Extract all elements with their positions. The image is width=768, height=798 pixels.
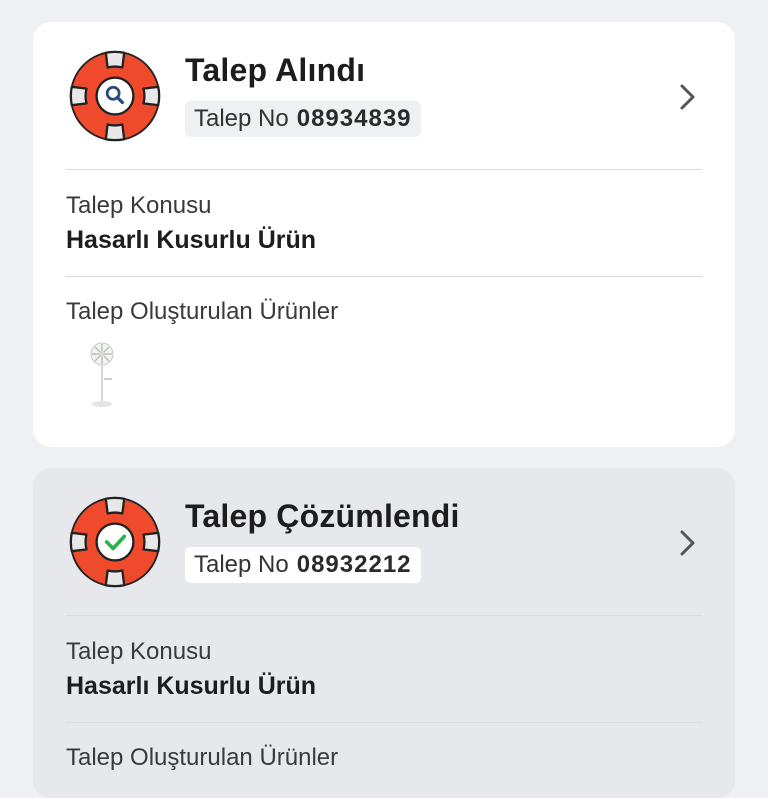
subject-value: Hasarlı Kusurlu Ürün: [66, 226, 317, 254]
request-card[interactable]: Talep Alındı Talep No 08934839 Talep Kon…: [33, 22, 735, 447]
request-number: 08932212: [296, 551, 412, 578]
divider: [66, 722, 702, 723]
product-thumbnail-standing-fan[interactable]: [83, 340, 123, 412]
divider: [66, 276, 702, 277]
request-number-badge: Talep No 08934839: [185, 101, 421, 137]
chevron-right-icon[interactable]: [677, 82, 699, 112]
lifebuoy-check-icon: [69, 496, 161, 588]
products-label: Talep Oluşturulan Ürünler: [66, 298, 339, 325]
request-number: 08934839: [296, 105, 412, 132]
request-card-header[interactable]: Talep Çözümlendi Talep No 08932212: [33, 468, 735, 616]
divider: [66, 169, 702, 170]
request-number-label: Talep No: [194, 551, 289, 578]
subject-value: Hasarlı Kusurlu Ürün: [66, 672, 317, 700]
subject-label: Talep Konusu: [66, 638, 212, 665]
request-card-header[interactable]: Talep Alındı Talep No 08934839: [33, 22, 735, 170]
request-number-label: Talep No: [194, 105, 289, 132]
subject-label: Talep Konusu: [66, 192, 212, 219]
request-card[interactable]: Talep Çözümlendi Talep No 08932212 Talep…: [33, 468, 735, 798]
lifebuoy-search-icon: [69, 50, 161, 142]
request-number-badge: Talep No 08932212: [185, 547, 421, 583]
divider: [66, 615, 702, 616]
status-title: Talep Alındı: [185, 52, 366, 88]
chevron-right-icon[interactable]: [677, 528, 699, 558]
status-title: Talep Çözümlendi: [185, 498, 460, 534]
